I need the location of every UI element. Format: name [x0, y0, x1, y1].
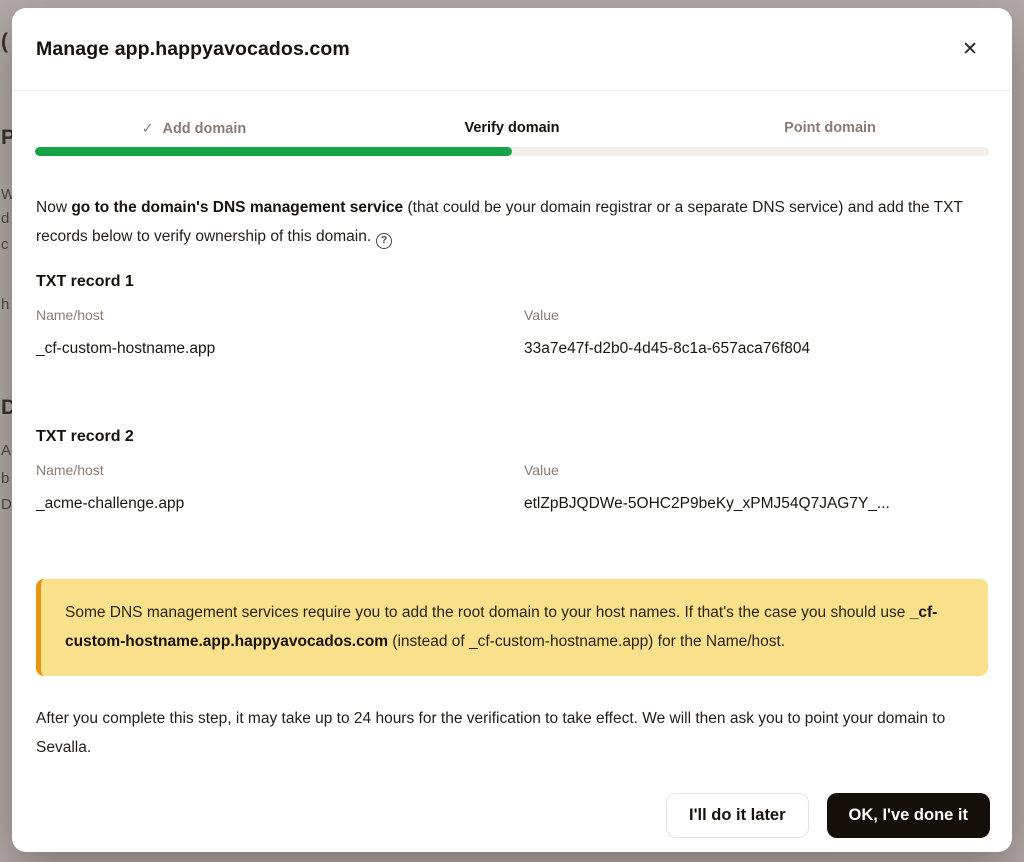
- record-values: _cf-custom-hostname.app 33a7e47f-d2b0-4d…: [36, 340, 988, 358]
- step-label: Verify domain: [464, 120, 559, 136]
- brand-name: Sevalla: [36, 739, 87, 756]
- close-icon: ✕: [962, 39, 978, 60]
- backdrop-text-fragment: d: [1, 210, 9, 227]
- dns-root-domain-warning: Some DNS management services require you…: [36, 579, 988, 676]
- backdrop-text-fragment: D: [1, 496, 12, 513]
- help-glyph: ?: [381, 226, 387, 255]
- record-labels: Name/host Value: [36, 462, 988, 478]
- value-label: Value: [524, 462, 988, 478]
- dialog-title: Manage app.happyavocados.com: [36, 38, 350, 61]
- warning-text: Some DNS management services require you…: [65, 604, 910, 621]
- intro-text: Now go to the domain's DNS management se…: [36, 193, 988, 251]
- record-values: _acme-challenge.app etlZpBJQDWe-5OHC2P9b…: [36, 495, 988, 513]
- step-point-domain: Point domain: [671, 120, 989, 137]
- backdrop-text-fragment: h: [1, 296, 9, 313]
- step-label: Point domain: [784, 120, 876, 136]
- txt-record-1: TXT record 1 Name/host Value _cf-custom-…: [36, 273, 988, 358]
- backdrop-text-fragment: c: [1, 236, 9, 253]
- close-button[interactable]: ✕: [954, 34, 986, 65]
- warning-text: (instead of _cf-custom-hostname.app) for…: [388, 633, 785, 650]
- name-host-value: _acme-challenge.app: [36, 495, 524, 513]
- verification-time-note: After you complete this step, it may tak…: [36, 704, 988, 762]
- intro-bold: go to the domain's DNS management servic…: [71, 199, 403, 216]
- backdrop-text-fragment: (: [1, 30, 8, 54]
- help-icon[interactable]: ?: [376, 233, 392, 249]
- progress-bar-fill: [35, 147, 512, 156]
- do-it-later-button[interactable]: I'll do it later: [666, 793, 809, 838]
- dialog-body: Now go to the domain's DNS management se…: [12, 193, 1012, 762]
- progress-bar-track: [35, 147, 989, 156]
- wizard-stepper: ✓ Add domain Verify domain Point domain: [35, 120, 989, 137]
- manage-domain-dialog: Manage app.happyavocados.com ✕ ✓ Add doma…: [12, 8, 1012, 852]
- note-text: After you complete this step, it may tak…: [36, 710, 945, 727]
- dialog-header: Manage app.happyavocados.com ✕: [12, 8, 1012, 91]
- name-host-value: _cf-custom-hostname.app: [36, 340, 524, 358]
- value-label: Value: [524, 307, 988, 323]
- record-title: TXT record 2: [36, 428, 988, 446]
- intro-prefix: Now: [36, 199, 71, 216]
- backdrop-text-fragment: b: [1, 470, 9, 487]
- ok-done-button[interactable]: OK, I've done it: [827, 793, 990, 838]
- txt-record-2: TXT record 2 Name/host Value _acme-chall…: [36, 428, 988, 513]
- step-verify-domain: Verify domain: [353, 120, 671, 137]
- record-title: TXT record 1: [36, 273, 988, 291]
- step-label: Add domain: [162, 121, 246, 137]
- value-value: 33a7e47f-d2b0-4d45-8c1a-657aca76f804: [524, 340, 988, 358]
- value-value: etlZpBJQDWe-5OHC2P9beKy_xPMJ54Q7JAG7Y_..…: [524, 495, 988, 513]
- name-host-label: Name/host: [36, 307, 524, 323]
- dialog-actions: I'll do it later OK, I've done it: [666, 793, 990, 838]
- note-text: .: [87, 739, 91, 756]
- backdrop-text-fragment: A: [1, 442, 11, 459]
- check-icon: ✓: [142, 120, 154, 136]
- name-host-label: Name/host: [36, 462, 524, 478]
- step-add-domain: ✓ Add domain: [35, 120, 353, 137]
- record-labels: Name/host Value: [36, 307, 988, 323]
